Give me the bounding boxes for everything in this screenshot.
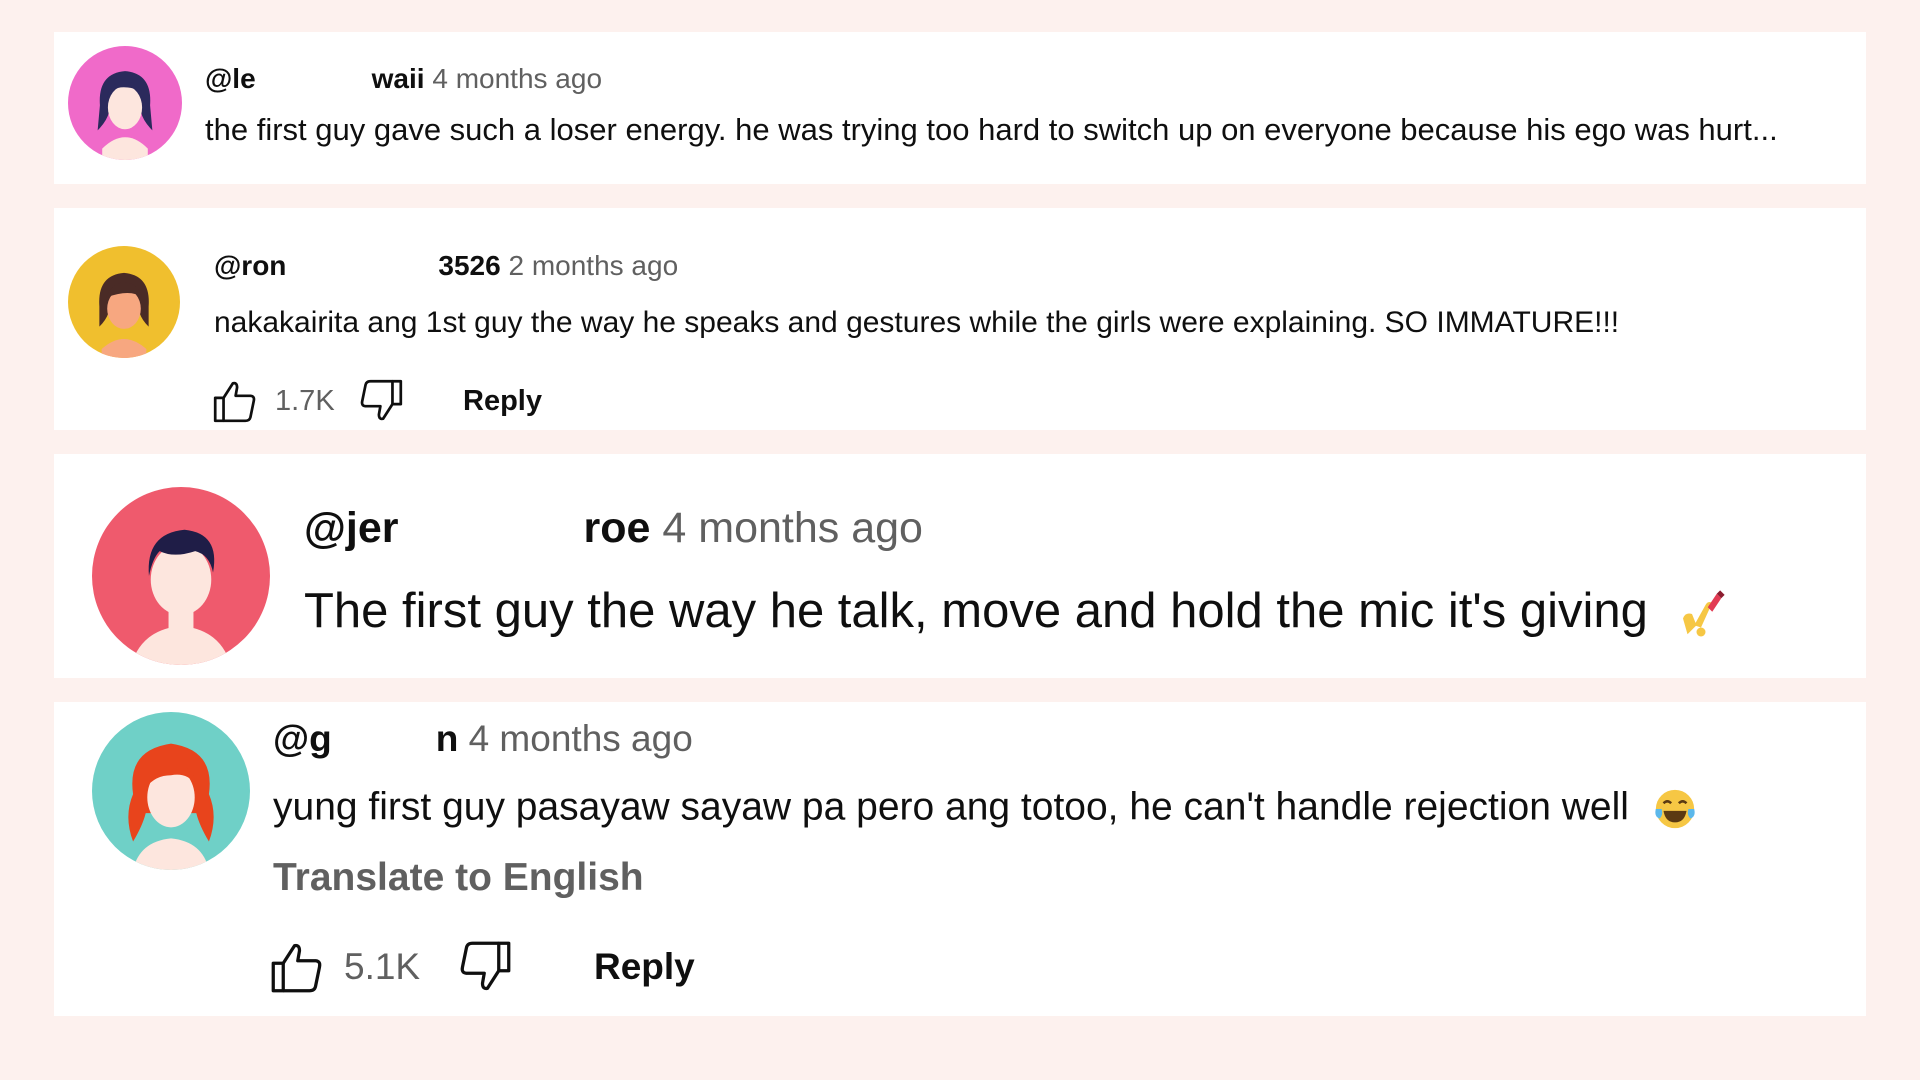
comment-meta: @ron 3526 2 months ago — [214, 252, 678, 280]
avatar[interactable] — [92, 712, 250, 870]
author-handle[interactable]: @jer — [304, 504, 399, 552]
comment-actions: 1.7K Reply — [209, 376, 542, 426]
comment-text-content: The first guy the way he talk, move and … — [304, 584, 1648, 638]
comment-card: @g n 4 months ago yung first guy pasayaw … — [54, 702, 1866, 1016]
comment-text: The first guy the way he talk, move and … — [304, 587, 1728, 641]
comment-meta: @jer roe 4 months ago — [304, 507, 923, 550]
author-handle-end[interactable]: roe — [584, 504, 651, 552]
avatar[interactable] — [68, 46, 182, 160]
author-handle-end[interactable]: n — [436, 718, 459, 759]
timestamp[interactable]: 4 months ago — [432, 63, 602, 94]
timestamp[interactable]: 2 months ago — [508, 250, 678, 281]
reply-button[interactable]: Reply — [463, 385, 542, 418]
translate-link[interactable]: Translate to English — [273, 858, 644, 897]
thumbs-down-icon[interactable] — [454, 937, 516, 997]
comment-card: @le waii 4 months ago the first guy gave … — [54, 32, 1866, 184]
reply-button[interactable]: Reply — [594, 946, 695, 988]
avatar[interactable] — [92, 487, 270, 665]
timestamp[interactable]: 4 months ago — [469, 718, 693, 759]
thumbs-up-icon[interactable] — [266, 937, 328, 997]
comment-meta: @le waii 4 months ago — [205, 65, 602, 93]
timestamp[interactable]: 4 months ago — [662, 504, 923, 552]
woman-dark-hair-avatar-icon — [68, 246, 180, 358]
laughing-tears-emoji-icon — [1652, 786, 1698, 832]
nail-polish-emoji-icon — [1674, 587, 1728, 641]
comment-text: yung first guy pasayaw sayaw pa pero ang… — [273, 786, 1698, 832]
comment-meta: @g n 4 months ago — [273, 720, 693, 757]
comment-text: nakakairita ang 1st guy the way he speak… — [214, 306, 1620, 339]
author-handle-end[interactable]: 3526 — [438, 250, 500, 281]
author-handle[interactable]: @g — [273, 718, 332, 759]
comment-text-content: yung first guy pasayaw sayaw pa pero ang… — [273, 785, 1629, 829]
person-dark-hair-avatar-icon — [92, 487, 270, 665]
woman-dark-hair-avatar-icon — [68, 46, 182, 160]
comment-card: @jer roe 4 months ago The first guy the w… — [54, 454, 1866, 678]
comment-text: the first guy gave such a loser energy. … — [205, 112, 1778, 147]
author-handle[interactable]: @le — [205, 63, 256, 94]
author-handle-end[interactable]: waii — [372, 63, 425, 94]
woman-red-hair-avatar-icon — [92, 712, 250, 870]
author-handle[interactable]: @ron — [214, 250, 286, 281]
thumbs-down-icon[interactable] — [355, 376, 407, 426]
avatar[interactable] — [68, 246, 180, 358]
thumbs-up-icon[interactable] — [209, 376, 261, 426]
comment-card: @ron 3526 2 months ago nakakairita ang 1s… — [54, 208, 1866, 430]
like-count: 5.1K — [344, 946, 421, 987]
like-count: 1.7K — [275, 384, 335, 417]
comment-actions: 5.1K Reply — [266, 937, 695, 997]
